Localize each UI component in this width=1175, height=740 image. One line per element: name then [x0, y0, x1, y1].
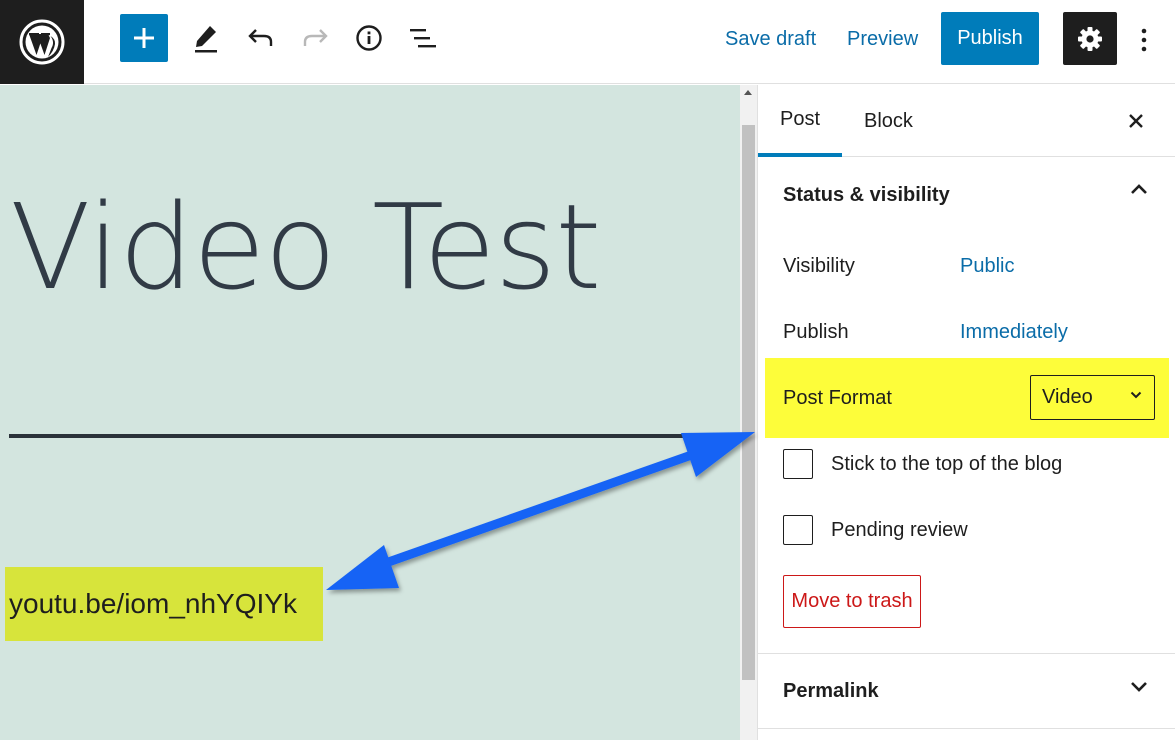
- post-title[interactable]: Video Test: [10, 177, 601, 317]
- tools-button[interactable]: [182, 14, 230, 62]
- add-block-button[interactable]: [120, 14, 168, 62]
- editor-header: Save draft Preview Publish: [0, 0, 1175, 84]
- preview-button[interactable]: Preview: [847, 26, 918, 52]
- save-draft-button[interactable]: Save draft: [725, 26, 816, 52]
- status-visibility-panel-toggle[interactable]: Status & visibility: [758, 157, 1175, 233]
- visibility-label: Visibility: [783, 255, 855, 278]
- post-format-select[interactable]: Video: [1030, 375, 1155, 420]
- list-view-button[interactable]: [399, 14, 447, 62]
- gear-icon: [1077, 26, 1103, 52]
- tab-block[interactable]: Block: [864, 85, 913, 157]
- chevron-down-icon: [1130, 680, 1148, 692]
- list-view-icon: [408, 26, 438, 50]
- editor-canvas[interactable]: Video Test youtu.be/iom_nhYQIYk: [0, 85, 740, 740]
- permalink-panel-toggle[interactable]: Permalink: [758, 653, 1175, 729]
- details-button[interactable]: [345, 14, 393, 62]
- post-format-label: Post Format: [783, 387, 892, 410]
- status-visibility-title: Status & visibility: [783, 184, 950, 207]
- settings-sidebar: Post Block Status & visibility Visibilit…: [757, 85, 1175, 740]
- pending-review-checkbox[interactable]: [783, 515, 813, 545]
- publish-label: Publish: [783, 321, 849, 344]
- stick-to-top-checkbox[interactable]: [783, 449, 813, 479]
- chevron-down-icon: [1130, 391, 1142, 399]
- chevron-up-icon: [1130, 183, 1148, 195]
- post-format-selected-value: Video: [1042, 386, 1093, 409]
- publish-date-toggle[interactable]: Immediately: [960, 321, 1068, 344]
- sidebar-tabs: Post Block: [758, 85, 1175, 157]
- plus-icon: [132, 26, 156, 50]
- move-to-trash-button[interactable]: Move to trash: [783, 575, 921, 628]
- pending-review-label[interactable]: Pending review: [831, 519, 968, 542]
- close-icon: [1128, 113, 1144, 129]
- undo-button[interactable]: [237, 14, 285, 62]
- separator-block[interactable]: [9, 434, 740, 438]
- scrollbar-thumb[interactable]: [742, 125, 755, 680]
- close-settings-button[interactable]: [1124, 109, 1148, 133]
- publish-button[interactable]: Publish: [941, 12, 1039, 65]
- pencil-icon: [192, 23, 220, 53]
- stick-to-top-label[interactable]: Stick to the top of the blog: [831, 453, 1062, 476]
- visibility-toggle[interactable]: Public: [960, 255, 1014, 278]
- redo-button[interactable]: [291, 14, 339, 62]
- undo-icon: [247, 26, 275, 50]
- redo-icon: [301, 26, 329, 50]
- embed-url-block[interactable]: youtu.be/iom_nhYQIYk: [5, 567, 323, 641]
- info-icon: [355, 24, 383, 52]
- wordpress-logo-button[interactable]: [0, 0, 84, 84]
- scroll-up-arrow-icon[interactable]: [744, 90, 752, 95]
- options-button[interactable]: [1130, 20, 1158, 60]
- editor-scrollbar[interactable]: [740, 85, 757, 740]
- more-vertical-icon: [1141, 28, 1147, 52]
- tab-post[interactable]: Post: [758, 85, 842, 157]
- settings-button[interactable]: [1063, 12, 1117, 65]
- permalink-title: Permalink: [783, 680, 879, 703]
- wordpress-icon: [18, 18, 66, 66]
